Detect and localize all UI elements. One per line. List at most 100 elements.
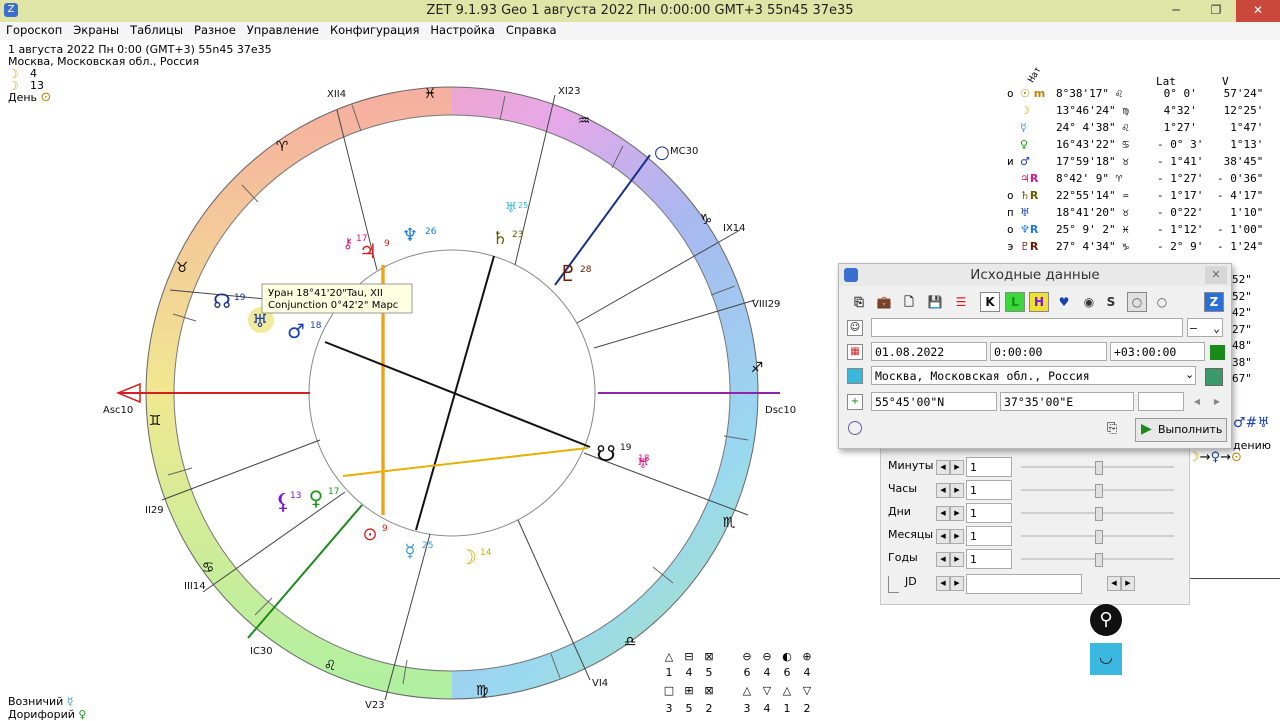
toolbar-button-icon[interactable]: ☰ xyxy=(951,292,971,312)
aspect-pattern-icon[interactable]: □ xyxy=(660,684,678,697)
time-field[interactable]: 0:00:00 xyxy=(990,342,1107,361)
aspect-pattern-icon[interactable]: ⊖ xyxy=(758,650,776,663)
aspect-pattern-icon[interactable]: ⊕ xyxy=(798,650,816,663)
house-ii: II29 xyxy=(145,505,164,516)
toolbar-button-icon[interactable]: ◉ xyxy=(1079,292,1099,312)
south-node-degree: 19 xyxy=(620,443,632,453)
step-increment-button[interactable]: ▶ xyxy=(950,460,964,475)
aspect-pattern-icon[interactable]: ▽ xyxy=(798,684,816,697)
jd-inc-2[interactable]: ▶ xyxy=(1121,576,1135,591)
name-field[interactable] xyxy=(871,318,1183,337)
step-increment-button[interactable]: ▶ xyxy=(950,506,964,521)
step-increment-button[interactable]: ▶ xyxy=(950,529,964,544)
toolbar-button-icon[interactable]: ○ xyxy=(1152,292,1172,312)
aspect-pattern-icon[interactable]: △ xyxy=(660,650,678,663)
menu-tables[interactable]: Таблицы xyxy=(124,22,188,37)
planet-marker: о xyxy=(1007,189,1014,202)
step-value-field[interactable]: 1 xyxy=(966,457,1012,477)
menu-control[interactable]: Управление xyxy=(241,22,324,37)
settings-icon[interactable] xyxy=(848,421,862,435)
aspect-count: 2 xyxy=(803,702,811,715)
longitude-field[interactable]: 37°35'00"E xyxy=(1000,392,1134,411)
toolbar-button-icon[interactable]: L xyxy=(1005,292,1025,312)
aspect-pattern-icon[interactable]: ◐ xyxy=(778,650,796,663)
toolbar-button-icon[interactable]: H xyxy=(1029,292,1049,312)
coordinates-icon[interactable]: + xyxy=(847,394,863,410)
jd-inc[interactable]: ▶ xyxy=(950,576,964,591)
step-decrement-button[interactable]: ◀ xyxy=(936,529,950,544)
smile-icon[interactable]: ◡ xyxy=(1090,643,1122,675)
latitude-field[interactable]: 55°45'00"N xyxy=(871,392,997,411)
place-field[interactable]: Москва, Московская обл., Россия xyxy=(871,366,1196,385)
aspect-pattern-icon[interactable]: ⊠ xyxy=(700,650,718,663)
step-value-field[interactable]: 1 xyxy=(966,503,1012,523)
step-decrement-button[interactable]: ◀ xyxy=(936,552,950,567)
place-dropdown-chevron-icon[interactable]: ⌄ xyxy=(1185,368,1194,381)
calendar-icon[interactable]: ▦ xyxy=(847,344,863,360)
step-value-field[interactable]: 1 xyxy=(966,526,1012,546)
horoscope-wheel[interactable]: ♓ ♒ ♑ ♐ ♏ ♎ ♍ ♌ ♋ ♊ ♉ ♈ ♃ 9 ⚷ 17 ♆ 26 ♅ … xyxy=(100,75,800,715)
menu-misc[interactable]: Разное xyxy=(188,22,241,37)
step-increment-button[interactable]: ▶ xyxy=(950,552,964,567)
step-slider-thumb[interactable] xyxy=(1095,530,1103,544)
step-decrement-button[interactable]: ◀ xyxy=(936,460,950,475)
name-dropdown[interactable]: — ⌄ xyxy=(1187,318,1223,337)
person-icon[interactable]: ☺ xyxy=(847,320,863,336)
toolbar-button-icon[interactable]: K xyxy=(980,292,1000,312)
toolbar-button-icon[interactable]: ⎘ xyxy=(849,292,869,312)
jd-dec[interactable]: ◀ xyxy=(936,576,950,591)
menu-screens[interactable]: Экраны xyxy=(67,22,124,37)
aspect-pattern-icon[interactable]: ⊟ xyxy=(680,650,698,663)
timezone-field[interactable]: +03:00:00 xyxy=(1110,342,1205,361)
jd-field[interactable] xyxy=(966,574,1082,594)
jd-checkbox[interactable] xyxy=(888,576,899,593)
jd-dec-2[interactable]: ◀ xyxy=(1107,576,1121,591)
globe-icon[interactable] xyxy=(1205,368,1223,386)
toolbar-button-icon[interactable]: Z xyxy=(1204,292,1224,312)
step-value-field[interactable]: 1 xyxy=(966,480,1012,500)
step-slider-thumb[interactable] xyxy=(1095,461,1103,475)
aspect-pattern-icon[interactable]: ⊠ xyxy=(700,684,718,697)
aspect-pattern-icon[interactable]: ⊖ xyxy=(738,650,756,663)
minimize-button[interactable]: ─ xyxy=(1156,0,1196,22)
step-slider-thumb[interactable] xyxy=(1095,507,1103,521)
coordinate-extra-field[interactable] xyxy=(1138,392,1184,411)
copy-icon[interactable]: ⎘ xyxy=(1107,421,1117,436)
dialog-close-button[interactable]: ✕ xyxy=(1205,266,1227,284)
toolbar-button-icon[interactable]: 💼 xyxy=(874,292,894,312)
keyhole-icon[interactable]: ⚲ xyxy=(1090,604,1122,636)
timezone-status-icon[interactable] xyxy=(1210,345,1225,360)
aspect-pattern-icon[interactable]: △ xyxy=(738,684,756,697)
close-button[interactable]: ✕ xyxy=(1236,0,1280,22)
dialog-title: Исходные данные xyxy=(839,264,1231,286)
venus-degree: 17 xyxy=(328,487,339,497)
aspect-pattern-icon[interactable]: ⊞ xyxy=(680,684,698,697)
step-value-field[interactable]: 1 xyxy=(966,549,1012,569)
moon-degree: 14 xyxy=(480,548,492,558)
toolbar-button-icon[interactable]: 💾 xyxy=(925,292,945,312)
sagittarius-glyph: ♐ xyxy=(751,360,764,376)
coord-next-button[interactable]: ▶ xyxy=(1209,394,1225,410)
toolbar-button-icon[interactable]: 🗋 xyxy=(899,292,919,312)
aspect-pattern-icon[interactable]: ▽ xyxy=(758,684,776,697)
toolbar-button-icon[interactable]: ○ xyxy=(1127,292,1147,312)
map-icon[interactable] xyxy=(847,368,863,384)
step-slider-thumb[interactable] xyxy=(1095,484,1103,498)
menu-configuration[interactable]: Конфигурация xyxy=(324,22,424,37)
menu-settings[interactable]: Настройка xyxy=(424,22,500,37)
step-decrement-button[interactable]: ◀ xyxy=(936,506,950,521)
maximize-button[interactable]: ❐ xyxy=(1196,0,1236,22)
step-slider-thumb[interactable] xyxy=(1095,553,1103,567)
menu-help[interactable]: Справка xyxy=(500,22,562,37)
step-decrement-button[interactable]: ◀ xyxy=(936,483,950,498)
aspect-pattern-icon[interactable]: △ xyxy=(778,684,796,697)
run-button[interactable]: ▶ Выполнить xyxy=(1135,418,1227,442)
date-field[interactable]: 01.08.2022 xyxy=(871,342,987,361)
toolbar-button-icon[interactable]: ♥ xyxy=(1054,292,1074,312)
menu-horoscope[interactable]: Гороскоп xyxy=(0,22,67,37)
aspect-count: 3 xyxy=(665,702,673,715)
step-increment-button[interactable]: ▶ xyxy=(950,483,964,498)
toolbar-button-icon[interactable]: S xyxy=(1101,292,1121,312)
aspect-count: 5 xyxy=(685,702,693,715)
coord-prev-button[interactable]: ◀ xyxy=(1189,394,1205,410)
